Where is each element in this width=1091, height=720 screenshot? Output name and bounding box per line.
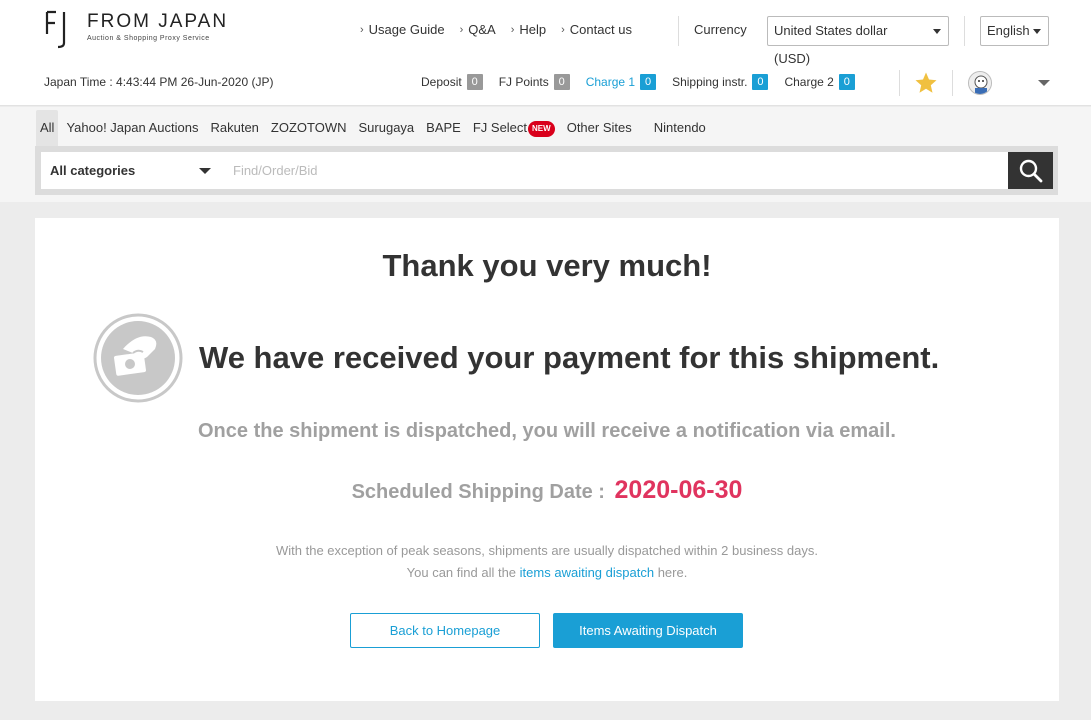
payment-confirmation-card: Thank you very much! We have received yo…	[35, 218, 1059, 701]
received-row: We have received your payment for this s…	[93, 313, 939, 403]
scheduled-shipping: Scheduled Shipping Date : 2020-06-30	[35, 476, 1059, 505]
chevron-right-icon: ›	[459, 23, 464, 36]
shipping-instr-stat[interactable]: Shipping instr. 0	[672, 74, 769, 90]
ship-date-label: Scheduled Shipping Date :	[351, 481, 605, 503]
tab-other-sites[interactable]: Other Sites	[563, 110, 636, 146]
dispatch-info: With the exception of peak seasons, ship…	[35, 540, 1059, 584]
fj-points-count: 0	[553, 74, 570, 90]
tab-fj-select[interactable]: FJ Select NEW	[469, 110, 559, 146]
qa-link[interactable]: › Q&A	[460, 22, 496, 37]
tab-surugaya[interactable]: Surugaya	[355, 110, 419, 146]
japan-time: Japan Time : 4:43:44 PM 26-Jun-2020 (JP)	[44, 75, 274, 89]
chevron-right-icon: ›	[561, 23, 565, 36]
divider	[964, 16, 965, 46]
search-button[interactable]	[1008, 152, 1053, 189]
caret-down-icon	[1033, 29, 1041, 34]
deposit-stat[interactable]: Deposit 0	[421, 74, 483, 90]
chevron-right-icon: ›	[360, 23, 364, 36]
contact-link[interactable]: › Contact us	[561, 22, 632, 37]
search-icon	[1019, 159, 1042, 182]
tab-nintendo[interactable]: Nintendo	[650, 110, 710, 146]
tab-all[interactable]: All	[36, 110, 59, 146]
divider	[678, 16, 679, 46]
info-line-1: With the exception of peak seasons, ship…	[276, 543, 818, 558]
caret-down-icon	[199, 168, 211, 174]
shipping-instr-count: 0	[752, 74, 769, 90]
currency-label: Currency	[694, 22, 747, 37]
thanks-heading: Thank you very much!	[382, 248, 712, 283]
divider	[899, 70, 900, 96]
account-menu-caret-icon[interactable]	[1038, 80, 1050, 86]
deposit-count: 0	[466, 74, 483, 90]
site-logo[interactable]: FROM JAPAN Auction & Shopping Proxy Serv…	[45, 9, 228, 49]
avatar[interactable]	[968, 71, 992, 95]
chevron-right-icon: ›	[510, 23, 515, 36]
account-stats: Deposit 0 FJ Points 0 Charge 10 Shipping i…	[421, 74, 871, 90]
charge1-count: 0	[640, 74, 657, 90]
usage-guide-link[interactable]: › Usage Guide	[360, 22, 445, 37]
site-header: FROM JAPAN Auction & Shopping Proxy Serv…	[0, 0, 1091, 106]
tab-bape[interactable]: BAPE	[422, 110, 465, 146]
new-badge: NEW	[528, 120, 555, 137]
payment-icon	[93, 313, 183, 403]
search-input[interactable]	[221, 152, 1008, 189]
language-select[interactable]: English	[980, 16, 1049, 46]
items-awaiting-dispatch-link[interactable]: items awaiting dispatch	[520, 565, 654, 580]
site-tabs: All Yahoo! Japan Auctions Rakuten ZOZOTO…	[36, 110, 714, 146]
search-box: All categories	[35, 146, 1058, 195]
help-link[interactable]: › Help	[511, 22, 546, 37]
items-awaiting-dispatch-button[interactable]: Items Awaiting Dispatch	[553, 613, 743, 648]
dispatch-notice: Once the shipment is dispatched, you wil…	[198, 420, 896, 442]
currency-select[interactable]: United States dollar (USD)	[767, 16, 949, 66]
received-heading: We have received your payment for this s…	[199, 340, 940, 375]
ship-date-value: 2020-06-30	[614, 476, 743, 504]
tab-rakuten[interactable]: Rakuten	[206, 110, 262, 146]
fj-logo-icon	[45, 9, 69, 49]
divider	[952, 70, 953, 96]
tab-zozotown[interactable]: ZOZOTOWN	[267, 110, 351, 146]
info-line-2: You can find all the items awaiting disp…	[406, 565, 688, 580]
tab-yahoo-auctions[interactable]: Yahoo! Japan Auctions	[62, 110, 202, 146]
charge1-stat[interactable]: Charge 10	[586, 74, 657, 90]
star-icon[interactable]	[914, 71, 938, 95]
back-to-homepage-button[interactable]: Back to Homepage	[350, 613, 540, 648]
charge2-count: 0	[838, 74, 855, 90]
logo-name: FROM JAPAN	[87, 11, 229, 32]
category-select[interactable]: All categories	[41, 152, 221, 189]
top-links: › Usage Guide › Q&A › Help › Contact us	[360, 22, 647, 37]
logo-tagline: Auction & Shopping Proxy Service	[87, 35, 210, 42]
fj-points-stat[interactable]: FJ Points 0	[499, 74, 570, 90]
caret-down-icon	[933, 29, 941, 34]
charge2-stat[interactable]: Charge 20	[784, 74, 855, 90]
